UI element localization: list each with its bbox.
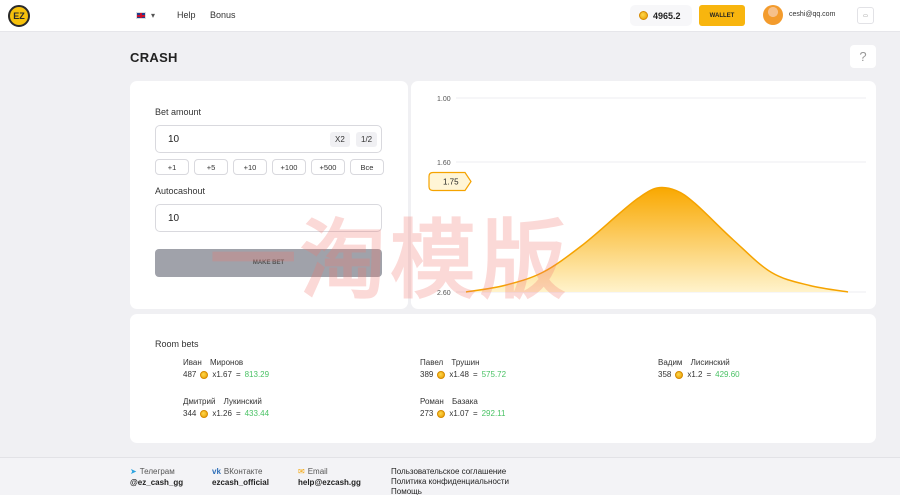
equals-sign: = xyxy=(706,370,712,379)
nav-bonus[interactable]: Bonus xyxy=(210,10,236,20)
player-name: Иван Миронов xyxy=(183,358,244,367)
vk-label: ВКонтакте xyxy=(223,467,263,476)
email-label: Email xyxy=(307,467,328,476)
coin-icon xyxy=(639,11,648,20)
win-amount: 433.44 xyxy=(244,409,270,418)
avatar[interactable] xyxy=(763,5,783,25)
room-bet-item: Иван Миронов 487 x1.67 = 813.29 xyxy=(183,358,323,379)
bet-panel: Bet amount 10 X2 1/2 +1 +5 +10 +100 +500… xyxy=(130,81,408,309)
coin-icon xyxy=(200,370,209,379)
coin-icon xyxy=(437,409,446,418)
x2-button[interactable]: X2 xyxy=(330,132,350,147)
quick-add-chips: +1 +5 +10 +100 +500 Все xyxy=(155,159,384,175)
nav-help[interactable]: Help xyxy=(177,10,196,20)
privacy-policy-link[interactable]: Политика конфиденциальности xyxy=(391,477,509,487)
chevron-down-icon: ▾ xyxy=(151,11,156,20)
help-link[interactable]: Помощь xyxy=(391,487,509,495)
half-button[interactable]: 1/2 xyxy=(356,132,378,147)
bet-amount-label: Bet amount xyxy=(155,107,202,117)
top-header: EZ ▾ Help Bonus 4965.2 WALLET ceshi@qq.c… xyxy=(0,0,900,32)
settings-icon[interactable]: ▭ xyxy=(857,7,874,24)
vk-handle[interactable]: ezcash_official xyxy=(212,478,269,487)
telegram-handle[interactable]: @ez_cash_gg xyxy=(130,478,183,487)
bet-amount: 389 xyxy=(420,370,434,379)
equals-sign: = xyxy=(472,370,478,379)
win-amount: 429.60 xyxy=(715,370,740,379)
equals-sign: = xyxy=(235,409,241,418)
player-name: Дмитрий Лукинский xyxy=(183,397,262,406)
coin-icon xyxy=(200,409,209,418)
player-name: Павел Трушин xyxy=(420,358,480,367)
room-bet-item: Роман Базака 273 x1.07 = 292.11 xyxy=(420,397,560,418)
room-bets-title: Room bets xyxy=(155,339,199,349)
help-question-icon[interactable]: ? xyxy=(850,45,876,68)
chip-plus-5[interactable]: +5 xyxy=(194,159,228,175)
bet-amount: 273 xyxy=(420,409,434,418)
room-bet-item: Вадим Лисинский 358 x1.2 = 429.60 xyxy=(658,358,798,379)
vk-icon: vk xyxy=(212,467,221,476)
support-email[interactable]: help@ezcash.gg xyxy=(298,478,361,487)
crash-chart-panel: 1.00 1.60 2.60 1.75 xyxy=(411,81,876,309)
bet-amount-value[interactable]: 10 xyxy=(168,134,179,145)
equals-sign: = xyxy=(235,370,241,379)
user-agreement-link[interactable]: Пользовательское соглашение xyxy=(391,467,509,477)
multiplier: x1.07 xyxy=(449,409,469,418)
multiplier: x1.26 xyxy=(212,409,232,418)
multiplier: x1.48 xyxy=(449,370,469,379)
player-name: Вадим Лисинский xyxy=(658,358,730,367)
email-icon: ✉ xyxy=(298,467,305,476)
crash-area xyxy=(466,187,848,292)
balance-display: 4965.2 xyxy=(630,5,692,26)
chip-plus-10[interactable]: +10 xyxy=(233,159,267,175)
bet-amount: 344 xyxy=(183,409,197,418)
win-amount: 292.11 xyxy=(481,409,506,418)
telegram-icon: ➤ xyxy=(130,467,137,476)
chip-all[interactable]: Все xyxy=(350,159,384,175)
y-tick-label: 1.60 xyxy=(437,160,451,167)
multiplier: x1.2 xyxy=(687,370,703,379)
balance-value: 4965.2 xyxy=(653,10,681,21)
chip-plus-1[interactable]: +1 xyxy=(155,159,189,175)
autocashout-value[interactable]: 10 xyxy=(168,213,179,224)
footer-telegram[interactable]: ➤ Телеграм @ez_cash_gg xyxy=(130,467,183,487)
footer-vk[interactable]: vk ВКонтакте ezcash_official xyxy=(212,467,269,487)
multiplier-marker: 1.75 xyxy=(428,171,472,192)
y-tick-label: 2.60 xyxy=(437,290,451,297)
room-bet-item: Павел Трушин 389 x1.48 = 575.72 xyxy=(420,358,560,379)
chip-plus-100[interactable]: +100 xyxy=(272,159,306,175)
language-selector[interactable]: ▾ xyxy=(136,11,155,20)
win-amount: 813.29 xyxy=(244,370,270,379)
equals-sign: = xyxy=(472,409,478,418)
coin-icon xyxy=(437,370,446,379)
multiplier: x1.67 xyxy=(212,370,232,379)
marker-label: 1.75 xyxy=(443,178,459,187)
bet-amount: 358 xyxy=(658,370,672,379)
y-tick-label: 1.00 xyxy=(437,96,451,103)
coin-icon xyxy=(675,370,684,379)
uk-flag-icon xyxy=(136,12,146,19)
room-bets-panel: Room bets Иван Миронов 487 x1.67 = 813.29 П… xyxy=(130,314,876,443)
bet-amount: 487 xyxy=(183,370,197,379)
logo[interactable]: EZ xyxy=(8,5,30,27)
autocashout-input[interactable]: 10 xyxy=(155,204,382,232)
footer-legal-links: Пользовательское соглашение Политика кон… xyxy=(391,467,509,495)
wallet-button[interactable]: WALLET xyxy=(699,5,745,26)
autocashout-label: Autocashout xyxy=(155,186,206,196)
chip-plus-500[interactable]: +500 xyxy=(311,159,345,175)
room-bet-item: Дмитрий Лукинский 344 x1.26 = 433.44 xyxy=(183,397,323,418)
crash-chart: 1.00 1.60 2.60 1.75 xyxy=(428,96,866,297)
telegram-label: Телеграм xyxy=(139,467,175,476)
bet-amount-input[interactable]: 10 X2 1/2 xyxy=(155,125,382,153)
footer: ➤ Телеграм @ez_cash_gg vk ВКонтакте ezcash… xyxy=(0,457,900,495)
page-title: CRASH xyxy=(130,50,178,65)
player-name: Роман Базака xyxy=(420,397,478,406)
user-email[interactable]: ceshi@qq.com xyxy=(789,11,835,18)
make-bet-button[interactable]: MAKE BET xyxy=(155,249,382,277)
win-amount: 575.72 xyxy=(481,370,507,379)
footer-email[interactable]: ✉ Email help@ezcash.gg xyxy=(298,467,361,487)
